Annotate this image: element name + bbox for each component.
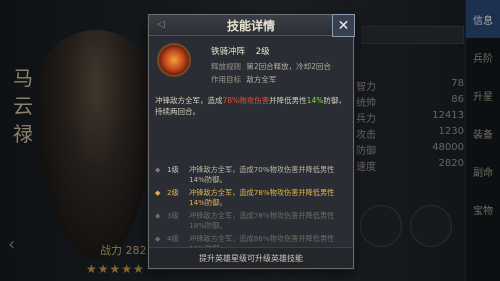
desc-damage-pct: 78% (222, 96, 240, 105)
dialog-title-bar: ◁ 技能详情 ✕ (149, 14, 355, 37)
skill-header: 铁骑冲阵 2级 释放规则 第2回合释放，冷却2回合 作用目标 敌方全军 (155, 41, 347, 91)
skill-rule-label: 释放规则 (211, 62, 241, 71)
diamond-icon: ◆ (155, 189, 161, 197)
skill-icon (157, 43, 191, 77)
skill-level-row: ◆ 2级 冲锋敌方全军，造成78%物攻伤害并降低男性14%防御。 (155, 188, 347, 208)
skill-level-text: 冲锋敌方全军，造成70%物攻伤害并降低男性14%防御。 (189, 165, 335, 184)
skill-level-text: 冲锋敌方全军，造成78%物攻伤害并降低男性14%防御。 (189, 188, 335, 207)
close-button[interactable]: ✕ (332, 14, 355, 37)
close-icon: ✕ (337, 17, 350, 34)
skill-detail-dialog: ◁ 技能详情 ✕ 铁骑冲阵 2级 释放规则 第2回合释放，冷却2回合 作用目标 … (148, 14, 355, 269)
skill-name: 铁骑冲阵 (211, 47, 246, 57)
skill-level-number: 4级 (167, 234, 179, 243)
skill-rule-value: 第2回合释放，冷却2回合 (246, 62, 331, 71)
skill-target-value: 敌方全军 (246, 75, 277, 84)
skill-level-number: 1级 (167, 165, 179, 174)
dialog-footer: 提升英雄星级可升级英雄技能 (149, 247, 353, 268)
skill-target-row: 作用目标 敌方全军 (211, 74, 276, 85)
dialog-title: 技能详情 (226, 18, 275, 33)
diamond-icon: ◆ (155, 235, 161, 243)
skill-level-number: 2级 (167, 188, 179, 197)
skill-target-label: 作用目标 (211, 75, 241, 84)
desc-damage-type: 物攻伤害 (239, 96, 270, 105)
skill-level: 2级 (255, 47, 270, 57)
skill-description: 冲锋敌方全军，造成78%物攻伤害并降低男性14%防御，持续两回合。 (155, 95, 347, 131)
desc-text: 冲锋敌方全军，造成 (155, 96, 223, 105)
title-decoration-icon: ◁ (157, 19, 165, 30)
skill-level-number: 3级 (167, 211, 179, 220)
skill-level-list: ◆ 1级 冲锋敌方全军，造成70%物攻伤害并降低男性14%防御。 ◆ 2级 冲锋敌方全军，… (155, 165, 347, 257)
skill-level-text: 冲锋敌方全军，造成78%物攻伤害并降低男性18%防御。 (189, 211, 335, 230)
skill-level-row: ◆ 1级 冲锋敌方全军，造成70%物攻伤害并降低男性14%防御。 (155, 165, 347, 185)
desc-text: 并降低男性 (269, 96, 307, 105)
diamond-icon: ◆ (155, 166, 161, 174)
desc-defense-pct: 14% (306, 96, 324, 105)
skill-level-row: ◆ 3级 冲锋敌方全军，造成78%物攻伤害并降低男性18%防御。 (155, 211, 347, 231)
skill-rule-row: 释放规则 第2回合释放，冷却2回合 (211, 61, 331, 72)
diamond-icon: ◆ (155, 212, 161, 220)
skill-name-line: 铁骑冲阵 2级 (211, 45, 270, 57)
